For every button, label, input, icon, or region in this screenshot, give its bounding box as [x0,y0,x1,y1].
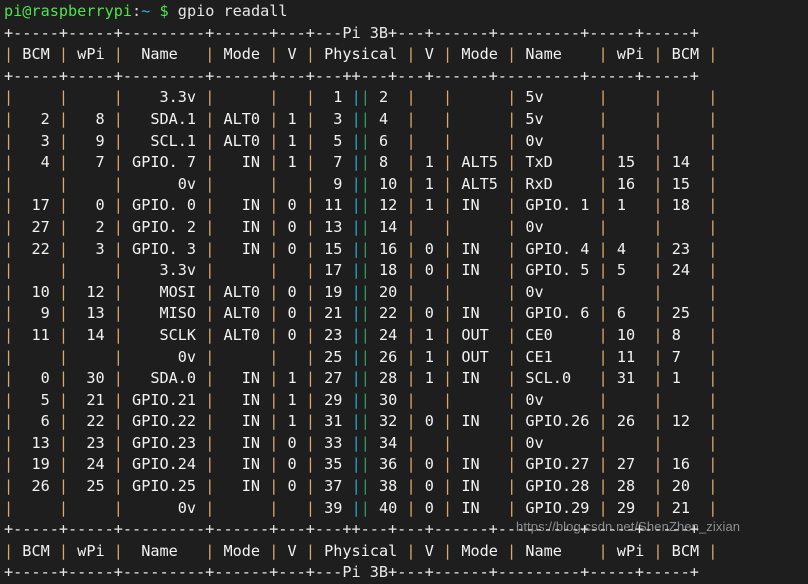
prompt-sigil: $ [159,2,169,20]
table-row: | 6 | 22 | GPIO.22 | IN | 1 | 31 || 32 |… [4,412,718,431]
table-row: | 5 | 21 | GPIO.21 | IN | 1 | 29 || 30 |… [4,390,718,409]
table-row: | 10 | 12 | MOSI | ALT0 | 0 | 19 || 20 |… [4,282,718,301]
shell-prompt-line: pi@raspberrypi:~ $ gpio readall [0,0,808,23]
prompt-separator: : [132,2,142,20]
prompt-command: gpio readall [177,2,288,20]
table-row: | 17 | 0 | GPIO. 0 | IN | 0 | 11 || 12 |… [4,196,718,215]
table-row: | | | 3.3v | | | 17 || 18 | 0 | IN | GPI… [4,261,718,280]
table-header-rule: +-----+-----+---------+------+---+---++-… [4,66,699,85]
table-row: | | | 0v | | | 25 || 26 | 1 | OUT | CE1 … [4,347,718,366]
prompt-user-host: pi@raspberrypi [4,2,133,20]
table-row: | | | 0v | | | 39 || 40 | 0 | IN | GPIO.… [4,498,718,517]
table-top-rule: +-----+-----+---------+------+---+---Pi … [4,23,699,42]
table-row: | 9 | 13 | MISO | ALT0 | 0 | 21 || 22 | … [4,304,718,323]
table-row: | 13 | 23 | GPIO.23 | IN | 0 | 33 || 34 … [4,433,718,452]
gpio-readall-table: +-----+-----+---------+------+---+---Pi … [0,23,808,584]
table-row: | | | 3.3v | | | 1 || 2 | | | 5v | | | [4,88,718,107]
table-row: | 11 | 14 | SCLK | ALT0 | 0 | 23 || 24 |… [4,325,718,344]
prompt-path: ~ [141,2,151,20]
table-row: | 4 | 7 | GPIO. 7 | IN | 1 | 7 || 8 | 1 … [4,153,718,172]
table-row: | 19 | 24 | GPIO.24 | IN | 0 | 35 || 36 … [4,455,718,474]
table-row: | 26 | 25 | GPIO.25 | IN | 0 | 37 || 38 … [4,477,718,496]
table-footer-header-row: | BCM | wPi | Name | Mode | V | Physical… [4,541,718,560]
table-row: | 3 | 9 | SCL.1 | ALT0 | 1 | 5 || 6 | | … [4,131,718,150]
table-header-row: | BCM | wPi | Name | Mode | V | Physical… [4,45,718,64]
table-row: | | | 0v | | | 9 || 10 | 1 | ALT5 | RxD … [4,174,718,193]
table-row: | 22 | 3 | GPIO. 3 | IN | 0 | 15 || 16 |… [4,239,718,258]
table-row: | 2 | 8 | SDA.1 | ALT0 | 1 | 3 || 4 | | … [4,109,718,128]
table-row: | 0 | 30 | SDA.0 | IN | 1 | 27 || 28 | 1… [4,369,718,388]
table-footer-rule: +-----+-----+---------+------+---+---Pi … [4,563,699,582]
table-bottom-rule: +-----+-----+---------+------+---+---++-… [4,520,699,539]
table-row: | 27 | 2 | GPIO. 2 | IN | 0 | 13 || 14 |… [4,217,718,236]
terminal-window[interactable]: pi@raspberrypi:~ $ gpio readall +-----+-… [0,0,808,581]
